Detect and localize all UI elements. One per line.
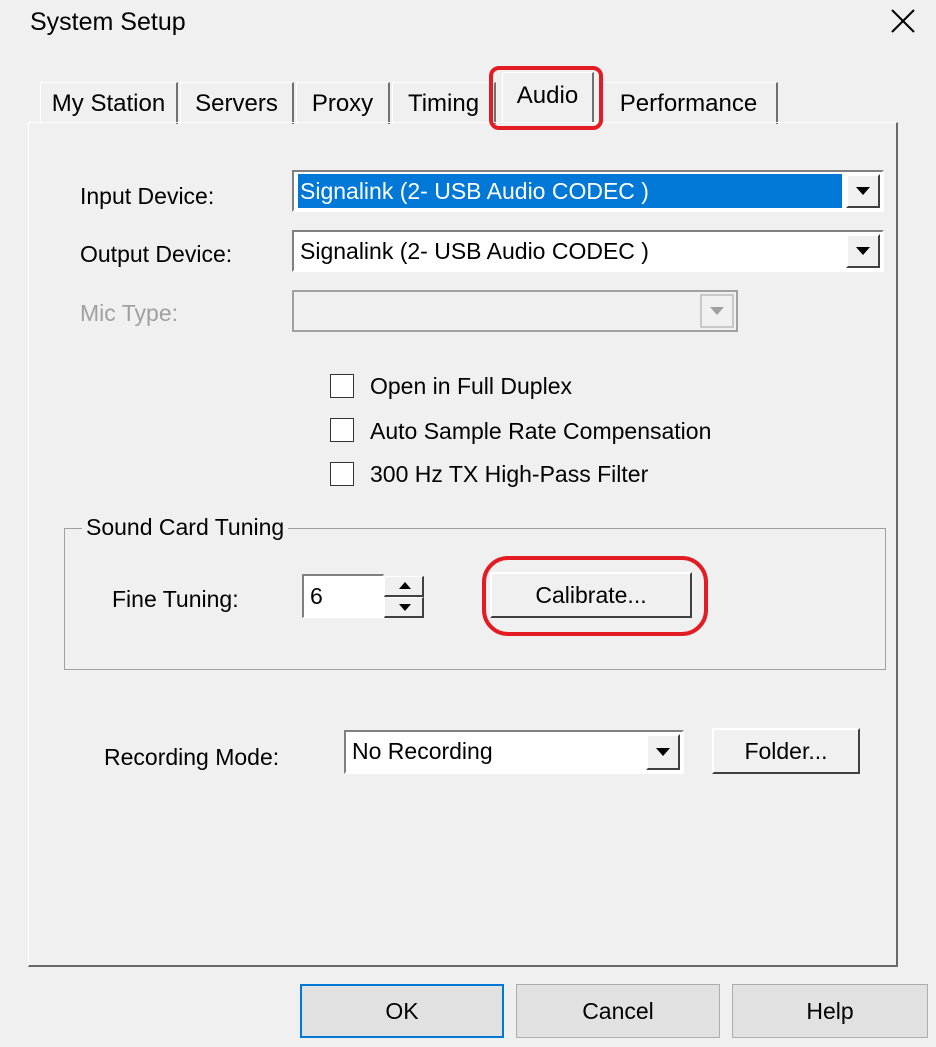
input-device-dropdown-button[interactable] bbox=[846, 174, 880, 208]
recording-mode-dropdown-button[interactable] bbox=[646, 734, 680, 770]
tab-servers[interactable]: Servers bbox=[180, 82, 294, 124]
help-button[interactable]: Help bbox=[732, 984, 928, 1038]
full-duplex-label: Open in Full Duplex bbox=[370, 373, 572, 399]
fine-tuning-up-button[interactable] bbox=[384, 576, 424, 597]
output-device-label: Output Device: bbox=[80, 241, 233, 267]
high-pass-filter-label: 300 Hz TX High-Pass Filter bbox=[370, 461, 649, 487]
chevron-down-icon bbox=[656, 748, 670, 756]
recording-mode-label: Recording Mode: bbox=[104, 744, 280, 770]
input-device-label: Input Device: bbox=[80, 183, 215, 209]
output-device-dropdown-button[interactable] bbox=[846, 234, 880, 268]
recording-mode-select[interactable]: No Recording bbox=[344, 730, 684, 774]
recording-mode-value: No Recording bbox=[352, 738, 493, 764]
arrow-down-icon bbox=[399, 604, 411, 611]
chevron-down-icon bbox=[710, 307, 724, 315]
chevron-down-icon bbox=[856, 247, 870, 255]
fine-tuning-input[interactable]: 6 bbox=[302, 574, 384, 618]
auto-sample-rate-checkbox[interactable] bbox=[330, 418, 354, 442]
ok-button[interactable]: OK bbox=[300, 984, 504, 1038]
tab-my-station[interactable]: My Station bbox=[40, 82, 178, 124]
input-device-select[interactable]: Signalink (2- USB Audio CODEC ) bbox=[292, 170, 884, 212]
calibrate-button[interactable]: Calibrate... bbox=[490, 572, 692, 618]
folder-button[interactable]: Folder... bbox=[712, 728, 860, 774]
arrow-up-icon bbox=[399, 582, 411, 589]
mic-type-label: Mic Type: bbox=[80, 300, 178, 326]
high-pass-filter-checkbox[interactable] bbox=[330, 462, 354, 486]
full-duplex-checkbox[interactable] bbox=[330, 374, 354, 398]
close-icon[interactable] bbox=[888, 6, 918, 36]
fine-tuning-label: Fine Tuning: bbox=[112, 586, 239, 612]
output-device-value: Signalink (2- USB Audio CODEC ) bbox=[300, 238, 649, 264]
auto-sample-rate-label: Auto Sample Rate Compensation bbox=[370, 418, 712, 444]
tab-performance[interactable]: Performance bbox=[600, 82, 778, 124]
mic-type-dropdown-button bbox=[700, 294, 734, 328]
tab-audio[interactable]: Audio bbox=[502, 72, 594, 122]
input-device-value: Signalink (2- USB Audio CODEC ) bbox=[298, 174, 842, 208]
mic-type-select bbox=[292, 290, 738, 332]
window-title: System Setup bbox=[30, 8, 186, 36]
fine-tuning-down-button[interactable] bbox=[384, 597, 424, 618]
sound-card-tuning-title: Sound Card Tuning bbox=[82, 514, 289, 541]
tab-proxy[interactable]: Proxy bbox=[296, 82, 390, 124]
cancel-button[interactable]: Cancel bbox=[516, 984, 720, 1038]
tab-timing[interactable]: Timing bbox=[392, 82, 496, 124]
mic-type-value bbox=[298, 294, 696, 328]
chevron-down-icon bbox=[856, 187, 870, 195]
output-device-select[interactable]: Signalink (2- USB Audio CODEC ) bbox=[292, 230, 884, 272]
